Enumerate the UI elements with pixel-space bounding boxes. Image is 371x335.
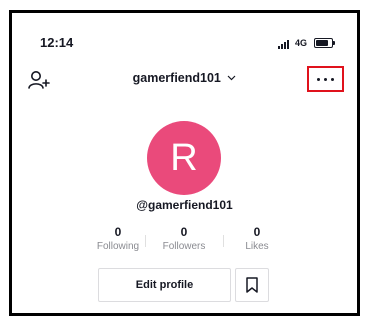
status-time: 12:14 [40,35,74,50]
more-options-button[interactable] [307,66,344,92]
bookmark-icon [246,277,258,293]
edit-profile-button[interactable]: Edit profile [98,268,231,302]
profile-handle: @gamerfiend101 [136,198,233,212]
favorites-button[interactable] [235,268,269,302]
stat-followers-label: Followers [162,241,206,252]
more-dots-icon [317,78,335,82]
network-label: 4G [295,38,308,48]
header-username: gamerfiend101 [132,71,221,85]
stat-likes-label: Likes [245,241,269,252]
chevron-down-icon [227,75,236,81]
battery-icon [314,38,335,48]
screenshot-frame: 12:14 4G gamerfiend101 R @gamerfiend101 … [9,10,360,316]
stat-likes[interactable]: 0 Likes [217,225,297,252]
stat-followers[interactable]: 0 Followers [144,225,224,252]
signal-icon [278,40,292,49]
stat-likes-count: 0 [253,225,261,239]
avatar[interactable]: R [147,121,221,195]
stat-followers-count: 0 [180,225,188,239]
profile-username-switcher[interactable]: gamerfiend101 [12,71,357,85]
